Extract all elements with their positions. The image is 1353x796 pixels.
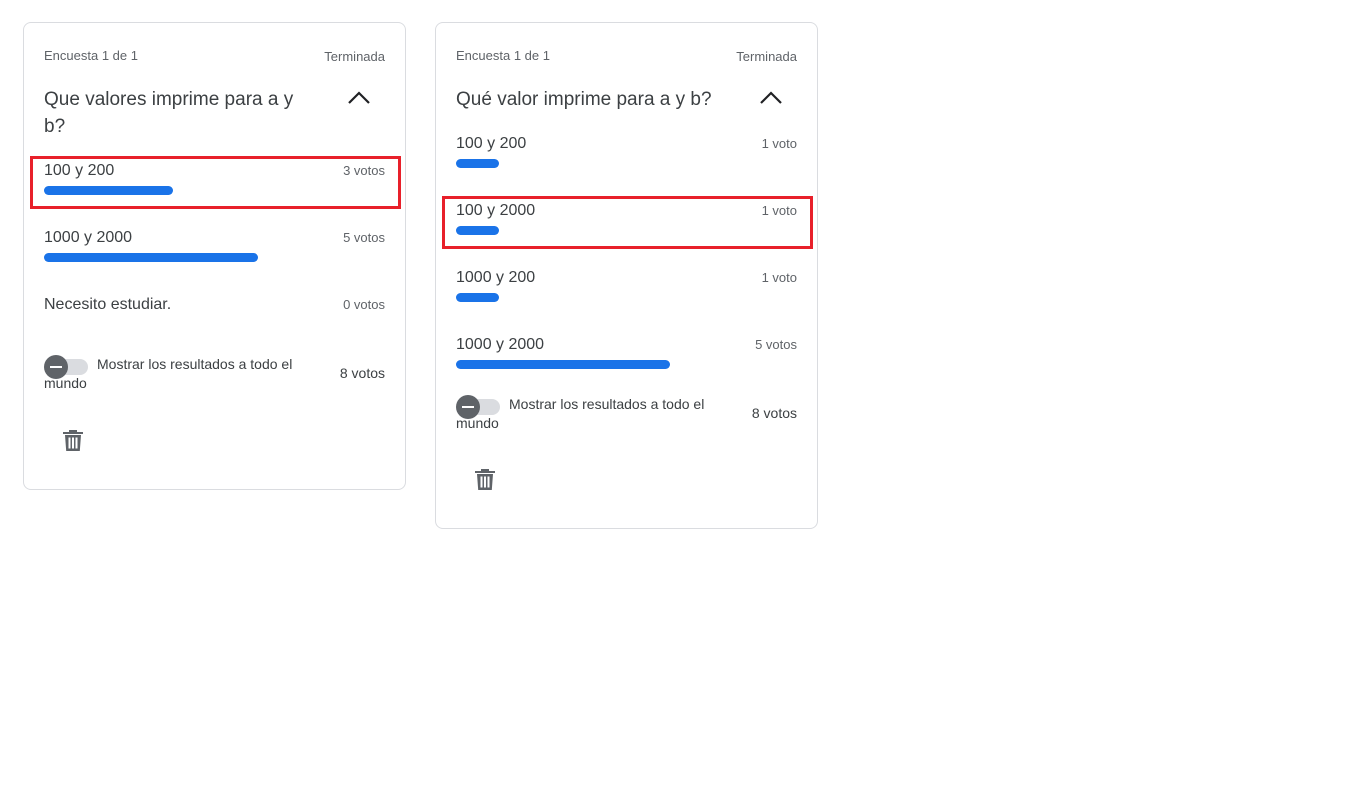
poll-footer: Mostrar los resultados a todo el mundo 8 …: [456, 395, 797, 436]
option-label: 1000 y 200: [456, 269, 536, 286]
option-votes: 5 votos: [343, 230, 385, 245]
option-label: Necesito estudiar.: [44, 296, 172, 313]
option-label: 1000 y 2000: [456, 336, 545, 353]
poll-option: Necesito estudiar. 0 votos: [44, 296, 385, 336]
total-votes: 8 votos: [751, 405, 797, 421]
option-votes: 1 voto: [761, 136, 797, 151]
collapse-button[interactable]: [752, 85, 790, 113]
total-votes: 8 votos: [339, 365, 385, 381]
option-result-bar: [44, 253, 258, 262]
poll-footer: Mostrar los resultados a todo el mundo 8 …: [44, 355, 385, 396]
poll-status: Terminada: [736, 49, 797, 64]
option-result-bar: [456, 226, 499, 235]
trash-icon: [62, 430, 84, 456]
show-results-label: Mostrar los resultados a todo el mundo: [44, 356, 293, 391]
poll-option: 100 y 200 3 votos: [44, 162, 385, 202]
poll-header: Encuesta 1 de 1 Terminada: [456, 48, 797, 66]
poll-counter: Encuesta 1 de 1: [44, 48, 138, 63]
poll-header: Encuesta 1 de 1 Terminada: [44, 48, 385, 66]
poll-question: Que valores imprime para a y b?: [44, 89, 294, 137]
option-label: 1000 y 2000: [44, 229, 133, 246]
delete-poll-button[interactable]: [474, 467, 496, 491]
option-result-bar: [456, 293, 499, 302]
option-label: 100 y 2000: [456, 202, 536, 219]
poll-option: 1000 y 2000 5 votos: [456, 336, 797, 376]
trash-icon: [474, 469, 496, 495]
option-label: 100 y 200: [44, 162, 115, 179]
chevron-up-icon: [340, 85, 378, 113]
poll-option: 1000 y 200 1 voto: [456, 269, 797, 309]
poll-option: 100 y 200 1 voto: [456, 135, 797, 175]
delete-poll-button[interactable]: [62, 428, 84, 452]
option-votes: 5 votos: [755, 337, 797, 352]
option-votes: 1 voto: [761, 270, 797, 285]
poll-question: Qué valor imprime para a y b?: [456, 89, 712, 110]
poll-option: 1000 y 2000 5 votos: [44, 229, 385, 269]
option-votes: 0 votos: [343, 297, 385, 312]
poll-card: Encuesta 1 de 1 Terminada Qué valor imprim…: [435, 22, 818, 529]
option-votes: 1 voto: [761, 203, 797, 218]
option-result-bar: [456, 360, 670, 369]
poll-card: Encuesta 1 de 1 Terminada Que valores impr…: [23, 22, 406, 490]
option-result-bar: [44, 186, 173, 195]
poll-status: Terminada: [324, 49, 385, 64]
poll-option: 100 y 2000 1 voto: [456, 202, 797, 242]
collapse-button[interactable]: [340, 85, 378, 113]
option-label: 100 y 200: [456, 135, 527, 152]
poll-counter: Encuesta 1 de 1: [456, 48, 550, 63]
option-result-bar: [456, 159, 499, 168]
option-votes: 3 votos: [343, 163, 385, 178]
show-results-label: Mostrar los resultados a todo el mundo: [456, 396, 705, 431]
chevron-up-icon: [752, 85, 790, 113]
